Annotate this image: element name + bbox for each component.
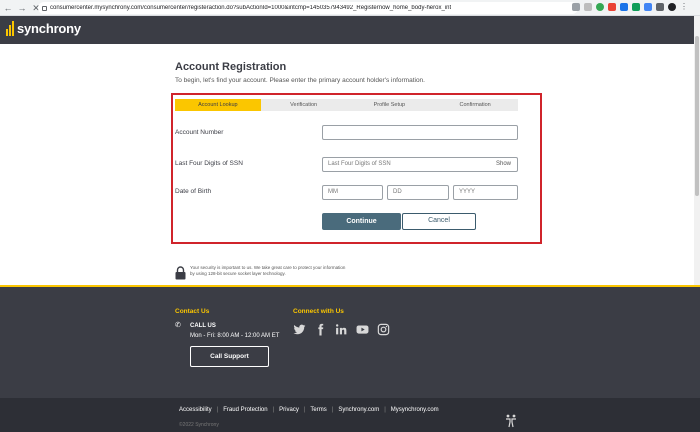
- call-support-button[interactable]: Call Support: [190, 346, 269, 367]
- forward-button[interactable]: →: [16, 1, 28, 15]
- browser-toolbar: ← → ✕ consumercenter.mysynchrony.com/con…: [0, 0, 700, 16]
- link-separator: |: [384, 407, 386, 413]
- star-icon[interactable]: [584, 3, 592, 11]
- step-profile-setup: Profile Setup: [373, 102, 406, 108]
- social-links: [293, 323, 390, 336]
- menu-kebab-icon[interactable]: ⋮: [680, 3, 688, 11]
- linkedin-icon[interactable]: [335, 323, 348, 336]
- link-separator: |: [331, 407, 334, 413]
- step-confirmation: Confirmation: [459, 102, 491, 108]
- padlock-icon: [175, 266, 186, 280]
- share-icon[interactable]: [572, 3, 580, 11]
- back-button[interactable]: ←: [2, 1, 14, 15]
- step-account-lookup: Account Lookup: [175, 99, 261, 111]
- call-us-label: CALL US: [190, 323, 216, 329]
- registration-steps: Account Lookup Verification Profile Setu…: [175, 99, 518, 111]
- dob-label: Date of Birth: [175, 188, 212, 195]
- link-separator: |: [272, 407, 275, 413]
- ssn-label: Last Four Digits of SSN: [175, 160, 243, 167]
- ssn-input[interactable]: Last Four Digits of SSN Show: [322, 157, 518, 172]
- contact-us-heading: Contact Us: [175, 308, 210, 315]
- extension-icons: ⋮: [572, 3, 688, 11]
- extension-translate-icon[interactable]: [644, 3, 652, 11]
- site-header: synchrony: [0, 16, 700, 44]
- youtube-icon[interactable]: [356, 323, 369, 336]
- logo-text: synchrony: [17, 21, 81, 36]
- footer-bottom-bar: [0, 398, 700, 432]
- extension-red-icon[interactable]: [608, 3, 616, 11]
- footer-link-synchrony[interactable]: Synchrony.com: [338, 407, 379, 413]
- link-separator: |: [303, 407, 306, 413]
- dob-year-input[interactable]: YYYY: [453, 185, 518, 200]
- instagram-icon[interactable]: [377, 323, 390, 336]
- copyright-text: ©2022 Synchrony: [179, 422, 219, 428]
- scroll-thumb[interactable]: [695, 36, 699, 196]
- account-number-input[interactable]: [322, 125, 518, 140]
- cancel-button[interactable]: Cancel: [402, 213, 476, 230]
- page-intro: To begin, let's find your account. Pleas…: [175, 77, 425, 84]
- step-verification: Verification: [290, 102, 318, 108]
- dob-day-input[interactable]: DD: [387, 185, 449, 200]
- site-footer: [0, 285, 700, 398]
- dob-month-input[interactable]: MM: [322, 185, 383, 200]
- footer-link-privacy[interactable]: Privacy: [279, 407, 299, 413]
- extension-green-icon[interactable]: [596, 3, 604, 11]
- support-hours: Mon - Fri: 8:00 AM - 12:00 AM ET: [190, 333, 280, 339]
- ssn-show-toggle[interactable]: Show: [496, 158, 511, 171]
- phone-icon: ✆: [175, 322, 181, 329]
- twitter-icon[interactable]: [293, 323, 306, 336]
- ssn-placeholder: Last Four Digits of SSN: [328, 161, 391, 167]
- extension-sheet-icon[interactable]: [632, 3, 640, 11]
- accessibility-icon[interactable]: [505, 414, 517, 428]
- profile-avatar-icon[interactable]: [668, 3, 676, 11]
- account-number-label: Account Number: [175, 129, 224, 136]
- connect-heading: Connect with Us: [293, 308, 344, 315]
- security-notice: Your security is important to us. We tak…: [190, 265, 346, 276]
- footer-link-accessibility[interactable]: Accessibility: [179, 407, 212, 413]
- url-text: consumercenter.mysynchrony.com/consumerc…: [50, 5, 452, 11]
- lock-icon: [42, 5, 47, 11]
- footer-link-mysynchrony[interactable]: Mysynchrony.com: [391, 407, 439, 413]
- extension-blue-icon[interactable]: [620, 3, 628, 11]
- puzzle-icon[interactable]: [656, 3, 664, 11]
- address-bar[interactable]: consumercenter.mysynchrony.com/consumerc…: [38, 2, 578, 14]
- link-separator: |: [216, 407, 219, 413]
- synchrony-logo[interactable]: synchrony: [6, 21, 81, 36]
- logo-mark-icon: [6, 21, 14, 36]
- page-title: Account Registration: [175, 61, 287, 73]
- continue-button[interactable]: Continue: [322, 213, 401, 230]
- footer-link-fraud-protection[interactable]: Fraud Protection: [223, 407, 267, 413]
- footer-links: Accessibility | Fraud Protection | Priva…: [179, 407, 439, 413]
- footer-link-terms[interactable]: Terms: [310, 407, 326, 413]
- facebook-icon[interactable]: [314, 323, 327, 336]
